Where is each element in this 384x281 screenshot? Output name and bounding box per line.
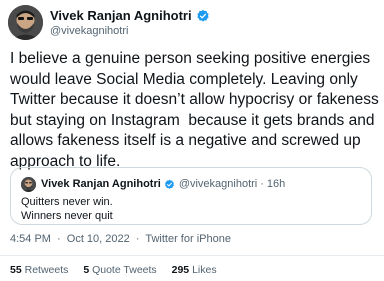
retweets-count: 55 — [10, 264, 22, 276]
retweets-label: Retweets — [24, 264, 69, 276]
quote-tweets-stat[interactable]: 5 Quote Tweets — [83, 264, 159, 276]
meta-separator-2: · — [135, 233, 140, 245]
tweet-metadata: 4:54 PM · Oct 10, 2022 · Twitter for iPh… — [10, 233, 231, 245]
author-display-name[interactable]: Vivek Ranjan Agnihotri — [50, 8, 192, 23]
tweet-body: I believe a genuine person seeking posit… — [10, 50, 384, 170]
tweet-card: Vivek Ranjan Agnihotri @vivekagnihotri I… — [0, 0, 384, 281]
tweet-date[interactable]: Oct 10, 2022 — [67, 233, 130, 245]
stats-divider — [0, 255, 384, 256]
author-avatar[interactable] — [8, 5, 43, 40]
quoted-tweet[interactable]: Vivek Ranjan Agnihotri @vivekagnihotri ·… — [10, 167, 372, 225]
tweet-source[interactable]: Twitter for iPhone — [145, 233, 231, 245]
quoted-tweet-header: Vivek Ranjan Agnihotri @vivekagnihotri ·… — [41, 178, 285, 190]
likes-count: 295 — [171, 264, 190, 276]
quoted-verified-badge-icon — [164, 179, 174, 189]
author-handle[interactable]: @vivekagnihotri — [50, 25, 128, 37]
quoted-text-line-1: Quitters never win. — [21, 196, 113, 208]
likes-label: Likes — [192, 264, 217, 276]
quotes-count: 5 — [83, 264, 90, 276]
meta-separator-1: · — [57, 233, 61, 245]
tweet-time[interactable]: 4:54 PM — [10, 233, 51, 245]
quoted-separator: · — [260, 178, 264, 190]
likes-stat[interactable]: 295 Likes — [172, 264, 217, 276]
quoted-text-line-2: Winners never quit — [21, 210, 113, 222]
engagement-stats: 55 Retweets 5 Quote Tweets 295 Likes — [10, 264, 229, 276]
author-name-row[interactable]: Vivek Ranjan Agnihotri — [50, 8, 210, 23]
quoted-author-handle: @vivekagnihotri — [178, 178, 258, 190]
verified-badge-icon — [196, 9, 209, 22]
quoted-author-name: Vivek Ranjan Agnihotri — [41, 178, 161, 190]
quotes-label: Quote Tweets — [92, 264, 157, 276]
retweets-stat[interactable]: 55 Retweets — [10, 264, 71, 276]
quoted-timestamp: 16h — [266, 178, 286, 190]
quoted-author-avatar — [21, 177, 36, 192]
